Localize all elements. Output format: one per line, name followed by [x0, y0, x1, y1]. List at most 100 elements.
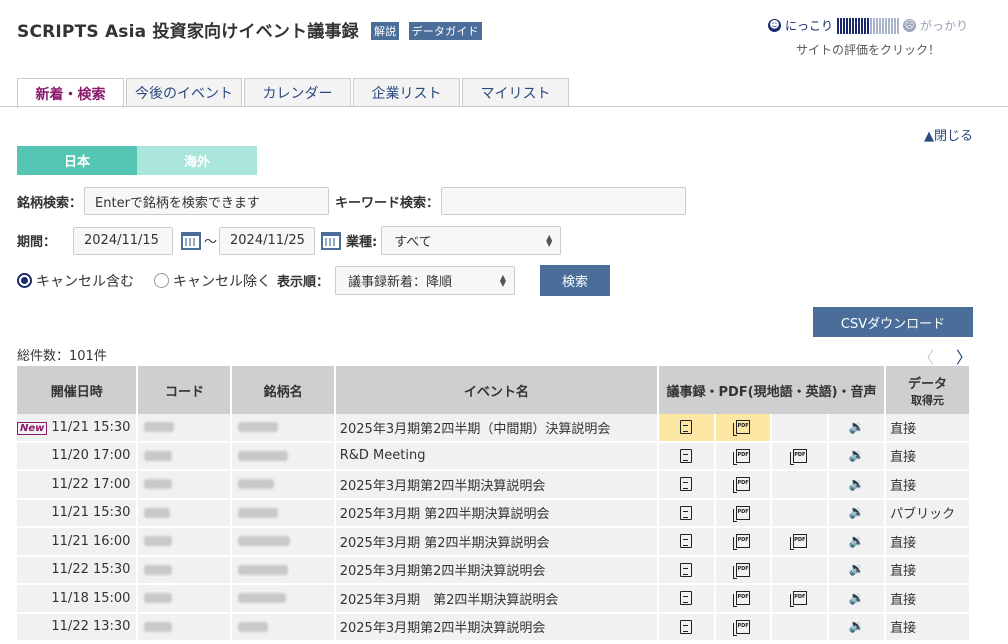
transcript-icon[interactable]	[680, 477, 693, 492]
table-row[interactable]: 11/22 13:30 2025年3月期第2四半期決算説明会 PDF 🔉 直接	[17, 613, 969, 642]
explain-badge[interactable]: 解説	[370, 22, 400, 40]
table-row[interactable]: 11/22 17:00 2025年3月期第2四半期決算説明会 PDF 🔉 直接	[17, 471, 969, 500]
row-code-redacted	[144, 621, 173, 632]
pdf-local-icon[interactable]: PDF	[733, 591, 751, 608]
row-name-redacted[interactable]	[238, 593, 287, 604]
pdf-english-icon[interactable]: PDF	[789, 591, 807, 608]
col-header-source-line2: 取得元	[911, 393, 945, 407]
date-to-input[interactable]: 2024/11/25	[219, 226, 316, 255]
row-datetime: 11/22 13:30	[17, 613, 137, 642]
tab-company-list[interactable]: 企業リスト	[353, 78, 460, 107]
total-count: 総件数：101件	[17, 349, 107, 364]
main-tabs: 新着・検索 今後のイベント カレンダー 企業リスト マイリスト	[17, 78, 569, 108]
tab-upcoming-events[interactable]: 今後のイベント	[126, 78, 242, 107]
audio-icon[interactable]: 🔉	[849, 619, 865, 634]
row-datetime: 11/21 15:30	[51, 419, 131, 435]
row-source: 直接	[886, 528, 969, 557]
col-header-code[interactable]: コード	[138, 366, 231, 414]
transcript-icon[interactable]	[680, 619, 693, 634]
row-event[interactable]: 2025年3月期 第2四半期決算説明会	[335, 585, 657, 614]
row-name-redacted[interactable]	[238, 422, 279, 433]
col-header-name[interactable]: 銘柄名	[232, 366, 334, 414]
region-tabs: 日本 海外	[17, 146, 257, 175]
audio-icon[interactable]: 🔉	[849, 477, 865, 492]
table-row[interactable]: 11/18 15:00 2025年3月期 第2四半期決算説明会 PDF PDF …	[17, 585, 969, 614]
region-tab-overseas[interactable]: 海外	[137, 146, 257, 175]
radio-exclude-cancel-label[interactable]: キャンセル除く	[173, 271, 271, 291]
pdf-local-icon[interactable]: PDF	[733, 534, 751, 551]
data-guide-badge[interactable]: データガイド	[408, 22, 482, 40]
transcript-icon[interactable]	[680, 591, 693, 606]
transcript-icon[interactable]	[680, 534, 693, 549]
row-event[interactable]: 2025年3月期 第2四半期決算説明会	[335, 528, 657, 557]
calendar-icon[interactable]	[181, 231, 201, 250]
date-from-input[interactable]: 2024/11/15	[73, 226, 173, 255]
pdf-local-icon[interactable]: PDF	[733, 420, 751, 437]
row-event[interactable]: 2025年3月期第2四半期決算説明会	[335, 613, 657, 642]
row-event[interactable]: R&D Meeting	[335, 442, 657, 471]
col-header-event[interactable]: イベント名	[335, 366, 657, 414]
row-name-redacted[interactable]	[238, 621, 269, 632]
select-arrows-icon: ▲ ▼	[546, 232, 553, 248]
transcript-icon[interactable]	[680, 448, 693, 463]
row-name-redacted[interactable]	[238, 564, 289, 575]
radio-include-cancel-label[interactable]: キャンセル含む	[36, 271, 134, 291]
radio-exclude-cancel[interactable]	[154, 273, 169, 288]
rating-bar[interactable]	[837, 17, 899, 34]
pdf-local-icon[interactable]: PDF	[733, 562, 751, 579]
row-name-redacted[interactable]	[238, 479, 275, 490]
row-event[interactable]: 2025年3月期第2四半期決算説明会	[335, 556, 657, 585]
row-event[interactable]: 2025年3月期 第2四半期決算説明会	[335, 499, 657, 528]
row-name-redacted[interactable]	[238, 507, 279, 518]
pdf-local-icon[interactable]: PDF	[733, 477, 751, 494]
row-datetime: 11/22 15:30	[17, 556, 137, 585]
audio-icon[interactable]: 🔉	[849, 591, 865, 606]
pdf-local-icon[interactable]: PDF	[733, 505, 751, 522]
calendar-icon[interactable]	[321, 231, 342, 250]
industry-select[interactable]: すべて ▲ ▼	[381, 226, 562, 255]
pdf-local-icon[interactable]: PDF	[733, 448, 751, 465]
pdf-local-icon[interactable]: PDF	[733, 619, 751, 636]
audio-icon[interactable]: 🔉	[849, 448, 865, 463]
col-header-source-line1: データ	[908, 376, 948, 392]
prev-page-icon[interactable]: 〈	[918, 344, 934, 368]
search-button[interactable]: 検索	[540, 265, 611, 296]
col-header-datetime[interactable]: 開催日時	[17, 366, 137, 414]
tab-calendar[interactable]: カレンダー	[244, 78, 351, 107]
row-name-redacted[interactable]	[238, 536, 291, 547]
row-name-redacted[interactable]	[238, 450, 289, 461]
audio-icon[interactable]: 🔉	[849, 534, 865, 549]
row-datetime: 11/20 17:00	[17, 442, 137, 471]
row-event[interactable]: 2025年3月期第2四半期決算説明会	[335, 471, 657, 500]
pdf-english-icon[interactable]: PDF	[789, 534, 807, 551]
smile-icon[interactable]: ☻	[768, 19, 781, 32]
row-event[interactable]: 2025年3月期第2四半期（中間期）決算説明会	[335, 414, 657, 443]
audio-icon[interactable]: 🔉	[849, 420, 865, 435]
transcript-icon[interactable]	[680, 562, 693, 577]
next-page-icon[interactable]: 〉	[956, 344, 972, 368]
table-row[interactable]: 11/22 15:30 2025年3月期第2四半期決算説明会 PDF 🔉 直接	[17, 556, 969, 585]
transcript-icon[interactable]	[680, 420, 693, 435]
keyword-search-input[interactable]	[441, 187, 687, 215]
radio-include-cancel[interactable]	[17, 273, 32, 288]
csv-download-button[interactable]: CSVダウンロード	[813, 307, 973, 337]
table-row[interactable]: New 11/21 15:30 2025年3月期第2四半期（中間期）決算説明会 P…	[17, 414, 969, 443]
stock-search-input[interactable]: Enterで銘柄を検索できます	[84, 187, 330, 215]
row-code-redacted	[144, 564, 173, 575]
industry-label: 業種:	[346, 235, 378, 250]
tab-new-search[interactable]: 新着・検索	[17, 78, 124, 108]
audio-icon[interactable]: 🔉	[849, 562, 865, 577]
row-source: 直接	[886, 585, 969, 614]
table-row[interactable]: 11/20 17:00 R&D Meeting PDF PDF 🔉 直接	[17, 442, 969, 471]
tab-my-list[interactable]: マイリスト	[462, 78, 569, 107]
select-arrows-icon: ▲ ▼	[499, 272, 507, 288]
frown-icon[interactable]: ☹	[903, 19, 916, 32]
audio-icon[interactable]: 🔉	[849, 505, 865, 520]
transcript-icon[interactable]	[680, 505, 693, 520]
collapse-link[interactable]: ▲閉じる	[924, 125, 973, 144]
region-tab-japan[interactable]: 日本	[17, 146, 137, 175]
pdf-english-icon[interactable]: PDF	[789, 448, 807, 465]
order-select[interactable]: 議事録新着：降順 ▲ ▼	[335, 266, 516, 295]
table-row[interactable]: 11/21 16:00 2025年3月期 第2四半期決算説明会 PDF PDF …	[17, 528, 969, 557]
table-row[interactable]: 11/21 15:30 2025年3月期 第2四半期決算説明会 PDF 🔉 パブ…	[17, 499, 969, 528]
